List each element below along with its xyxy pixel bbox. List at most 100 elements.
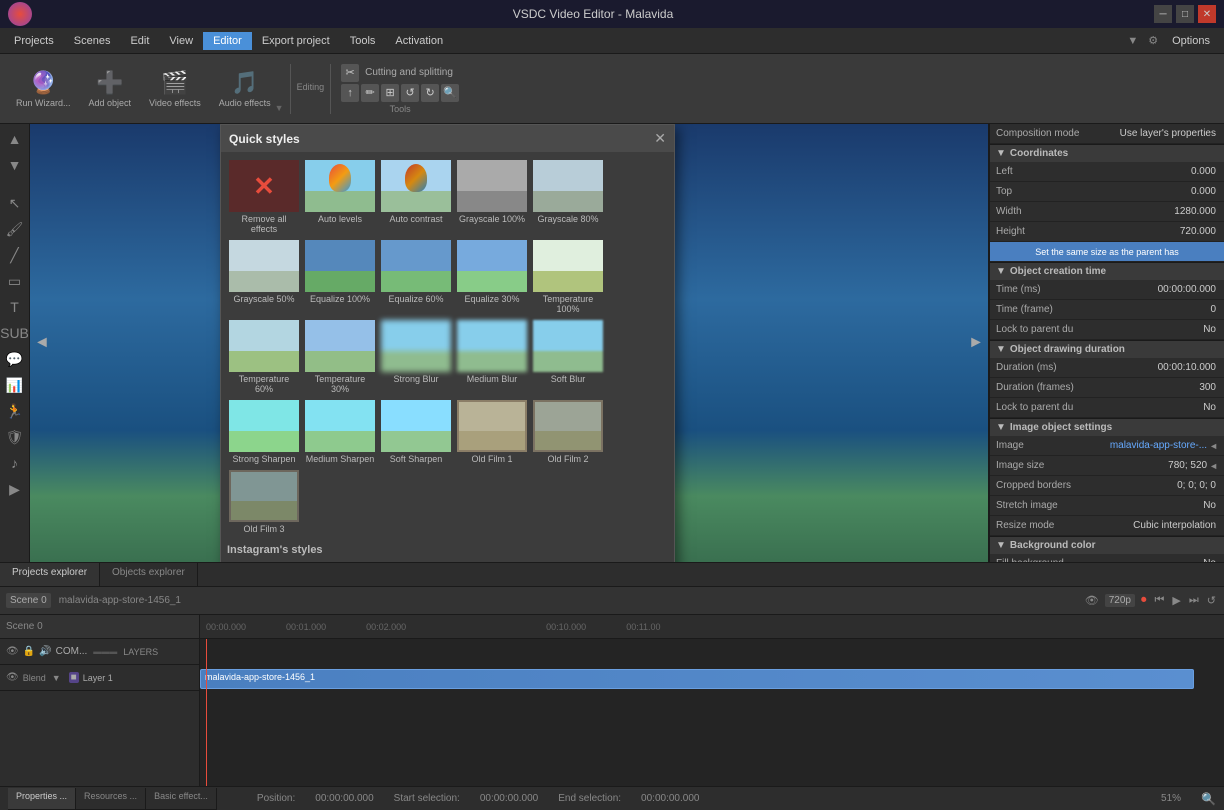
add-object-button[interactable]: ➕ Add object [81,66,140,112]
style-old-film-2[interactable]: Old Film 2 [531,398,605,466]
menu-view[interactable]: View [159,32,203,50]
menu-scenes[interactable]: Scenes [64,32,121,50]
sidebar-nav-up[interactable]: ▲ [4,128,26,150]
objects-explorer-tab[interactable]: Objects explorer [100,563,198,586]
background-color-header[interactable]: ▼ Background color [990,537,1224,554]
popup-close-button[interactable]: ✕ [654,130,666,147]
style-temp-30[interactable]: Temperature 30% [303,318,377,396]
layers-label: LAYERS [123,647,158,657]
style-sutro[interactable]: Sutro [455,560,529,562]
skip-forward-button[interactable]: ⏭ [1187,594,1201,607]
audio-wave: ▬▬▬ [93,647,117,656]
basic-effect-tab[interactable]: Basic effect... [146,788,217,809]
image-browse-button[interactable]: ◄ [1209,441,1218,451]
sidebar-brush-tool[interactable]: 🖌 [4,218,26,240]
style-earlybird[interactable]: Earlybird [379,560,453,562]
style-strong-sharpen[interactable]: Strong Sharpen [227,398,301,466]
sidebar-person-tool[interactable]: 🏃 [4,400,26,422]
rotate-tool-right[interactable]: ↻ [421,84,439,102]
style-grayscale-100[interactable]: Grayscale 100% [455,158,529,236]
style-temp-100[interactable]: Temperature 100% [531,238,605,316]
same-size-row[interactable]: Set the same size as the parent has [990,242,1224,262]
menu-activation[interactable]: Activation [385,32,453,50]
projects-explorer-tab[interactable]: Projects explorer [0,563,100,586]
menu-tools[interactable]: Tools [340,32,386,50]
sidebar-rect-tool[interactable]: ▭ [4,270,26,292]
zoom-tool[interactable]: 🔍 [441,84,459,102]
video-effects-button[interactable]: 🎬 Video effects [141,66,209,112]
rotate-tool-left[interactable]: ↺ [401,84,419,102]
scene-prev[interactable]: ◄ [34,334,50,352]
style-temp-60[interactable]: Temperature 60% [227,318,301,396]
menu-export[interactable]: Export project [252,32,340,50]
image-settings-header[interactable]: ▼ Image object settings [990,419,1224,436]
coordinates-header[interactable]: ▼ Coordinates [990,145,1224,162]
record-button[interactable]: ⏺ [1139,594,1149,607]
sidebar-shield-tool[interactable]: 🛡 [4,426,26,448]
zoom-level: 51% [1161,793,1181,804]
stretch-row: Stretch image No [990,496,1224,516]
image-size-row: Image size 780; 520 ◄ [990,456,1224,476]
properties-tab[interactable]: Properties ... [8,788,76,809]
sidebar-music-tool[interactable]: ♪ [4,452,26,474]
style-medium-blur[interactable]: Medium Blur [455,318,529,396]
style-lomo-fi[interactable]: Lomo-fi [303,560,377,562]
style-x-pro-ii[interactable]: X-Pro II [227,560,301,562]
style-soft-sharpen[interactable]: Soft Sharpen [379,398,453,466]
sidebar-nav-down[interactable]: ▼ [4,154,26,176]
time-11: 00:11.00 [626,622,660,632]
zoom-icon[interactable]: 🔍 [1201,792,1216,806]
lock-icon[interactable]: 🔒 [23,646,35,657]
menu-options[interactable]: Options [1162,32,1220,50]
style-lily[interactable]: Lily [531,560,605,562]
com-icon: 🔊 [39,646,51,657]
close-button[interactable]: ✕ [1198,5,1216,23]
style-strong-blur[interactable]: Strong Blur [379,318,453,396]
sidebar-sub-tool[interactable]: SUB [4,322,26,344]
style-old-film-1[interactable]: Old Film 1 [455,398,529,466]
play-button[interactable]: ▶ [1170,594,1182,607]
scene-track-label: Scene 0 [6,621,43,632]
style-auto-contrast[interactable]: Auto contrast [379,158,453,236]
eye-icon[interactable]: 👁 [6,646,19,657]
select-tool[interactable]: ✂ [341,64,359,82]
style-equalize-60[interactable]: Equalize 60% [379,238,453,316]
cutting-label: Cutting and splitting [361,67,457,78]
style-equalize-30[interactable]: Equalize 30% [455,238,529,316]
arrow-tool[interactable]: ↑ [341,84,359,102]
crop-tool[interactable]: ⊞ [381,84,399,102]
resize-row: Resize mode Cubic interpolation [990,516,1224,536]
sidebar-text-tool[interactable]: T [4,296,26,318]
resources-tab[interactable]: Resources ... [76,788,146,809]
track-clip[interactable]: malavida-app-store-1456_1 [200,669,1194,689]
eye-icon-2[interactable]: 👁 [6,672,19,683]
drawing-duration-header[interactable]: ▼ Object drawing duration [990,341,1224,358]
scene-next[interactable]: ► [968,334,984,352]
time-1: 00:01.000 [286,622,326,632]
style-grayscale-50[interactable]: Grayscale 50% [227,238,301,316]
run-wizard-button[interactable]: 🔮 Run Wizard... [8,66,79,112]
loop-button[interactable]: ↺ [1205,594,1218,607]
style-grayscale-80[interactable]: Grayscale 80% [531,158,605,236]
image-size-button[interactable]: ◄ [1209,461,1218,471]
skip-back-button[interactable]: ⏮ [1153,594,1167,607]
style-remove-all[interactable]: ✕ Remove all effects [227,158,301,236]
pencil-tool[interactable]: ✏ [361,84,379,102]
minimize-button[interactable]: ─ [1154,5,1172,23]
sidebar-cursor-tool[interactable]: ↖ [4,192,26,214]
style-soft-blur[interactable]: Soft Blur [531,318,605,396]
sidebar-play-tool[interactable]: ▶ [4,478,26,500]
sidebar-line-tool[interactable]: ╱ [4,244,26,266]
style-auto-levels[interactable]: Auto levels [303,158,377,236]
creation-time-header[interactable]: ▼ Object creation time [990,263,1224,280]
style-old-film-3[interactable]: Old Film 3 [227,468,301,536]
sidebar-comment-tool[interactable]: 💬 [4,348,26,370]
style-medium-sharpen[interactable]: Medium Sharpen [303,398,377,466]
maximize-button[interactable]: □ [1176,5,1194,23]
style-equalize-100[interactable]: Equalize 100% [303,238,377,316]
menu-edit[interactable]: Edit [120,32,159,50]
menu-projects[interactable]: Projects [4,32,64,50]
audio-effects-button[interactable]: 🎵 Audio effects [211,66,279,112]
sidebar-chart-tool[interactable]: 📊 [4,374,26,396]
menu-editor[interactable]: Editor [203,32,252,50]
